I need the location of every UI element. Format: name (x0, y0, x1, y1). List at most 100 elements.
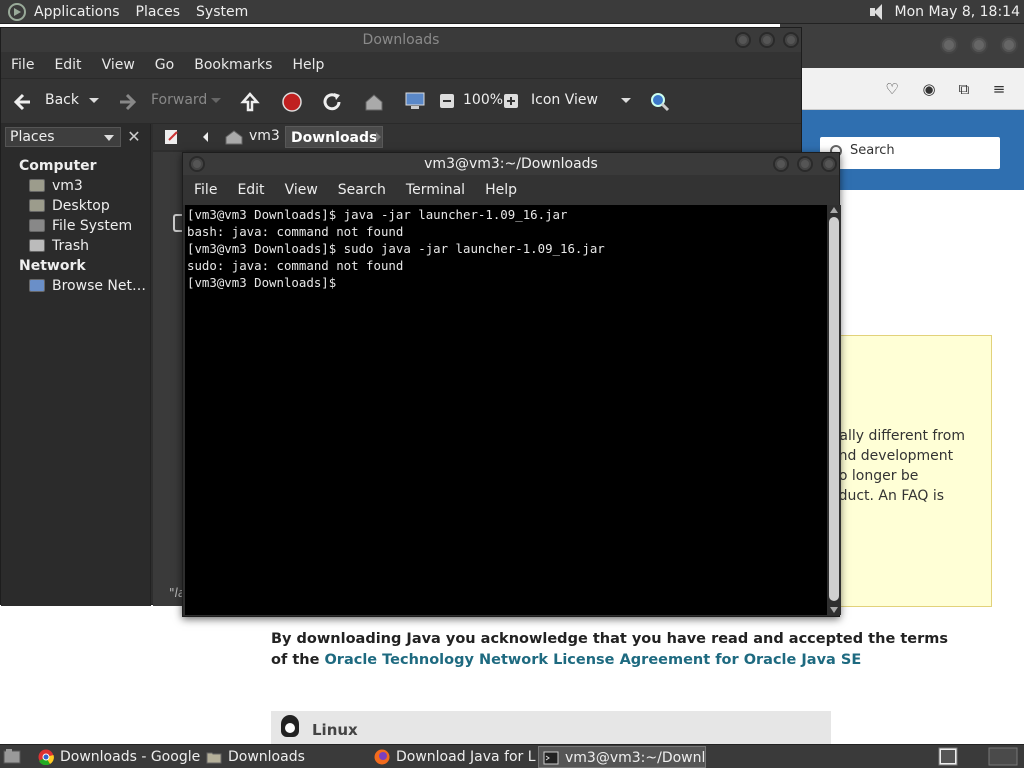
computer-icon[interactable] (404, 90, 426, 112)
fm-menu-view[interactable]: View (92, 57, 145, 73)
stop-icon[interactable] (281, 91, 303, 113)
task-label: Downloads (228, 749, 305, 765)
path-left-arrow-icon[interactable] (199, 130, 213, 144)
account-icon[interactable]: ◉ (920, 80, 938, 98)
workspace-switcher-icon[interactable] (938, 747, 958, 766)
zoom-in-icon[interactable] (503, 93, 519, 109)
browser-maximize-button[interactable] (970, 36, 988, 54)
forward-history-chevron-icon[interactable] (209, 93, 223, 107)
path-segment-vm3[interactable]: vm3 (249, 128, 280, 144)
scroll-up-arrow-icon[interactable] (830, 207, 838, 213)
search-magnifier-icon[interactable] (649, 91, 671, 113)
folder-icon (206, 752, 222, 764)
extensions-icon[interactable]: ⧉ (955, 80, 973, 98)
path-bar: vm3 Downloads (153, 124, 801, 150)
term-menu-search[interactable]: Search (328, 182, 396, 198)
path-segment-downloads[interactable]: Downloads (285, 126, 384, 148)
forward-arrow-icon[interactable] (117, 91, 139, 113)
fm-menu-bookmarks[interactable]: Bookmarks (184, 57, 282, 73)
back-history-chevron-icon[interactable] (87, 93, 101, 107)
sidebar-item-label: Desktop (52, 198, 110, 214)
sidebar-places-combo[interactable]: Places (5, 127, 121, 147)
search-placeholder: Search (850, 143, 895, 158)
zoom-out-icon[interactable] (439, 93, 455, 109)
file-manager-sidebar: Places ✕ Computer vm3 Desktop File Syste… (1, 124, 151, 606)
home-icon[interactable] (363, 91, 385, 113)
menu-applications[interactable]: Applications (26, 0, 128, 24)
show-desktop-icon[interactable] (3, 748, 21, 765)
fm-maximize-button[interactable] (759, 32, 775, 48)
term-menu-file[interactable]: File (184, 182, 227, 198)
edit-location-icon[interactable] (163, 128, 181, 146)
file-manager-title: Downloads (362, 32, 440, 48)
pocket-icon[interactable]: ♡ (883, 80, 901, 98)
sidebar-item-file-system[interactable]: File System (1, 216, 151, 236)
fm-minimize-button[interactable] (735, 32, 751, 48)
site-search-input[interactable]: Search (820, 137, 1000, 169)
term-menu-edit[interactable]: Edit (227, 182, 274, 198)
sidebar-item-browse-network[interactable]: Browse Net… (1, 276, 151, 296)
view-mode-chevron-icon[interactable] (619, 93, 633, 107)
notice-line: oduct. An FAQ is (830, 488, 945, 504)
fm-menu-go[interactable]: Go (145, 57, 184, 73)
view-mode-select[interactable]: Icon View (531, 92, 598, 108)
terminal-close-button[interactable] (821, 156, 837, 172)
term-menu-terminal[interactable]: Terminal (396, 182, 475, 198)
path-right-arrow-icon[interactable] (371, 130, 385, 144)
chrome-icon (38, 749, 54, 765)
sidebar-close-icon[interactable]: ✕ (125, 128, 143, 146)
notice-line: tially different from (830, 428, 965, 444)
network-icon (29, 279, 45, 292)
terminal-maximize-button[interactable] (797, 156, 813, 172)
task-firefox-java[interactable]: Download Java for L... (370, 746, 536, 768)
sidebar-item-desktop[interactable]: Desktop (1, 196, 151, 216)
task-terminal[interactable]: vm3@vm3:~/Downl... (538, 746, 706, 768)
forward-button[interactable]: Forward (151, 92, 207, 108)
browser-titlebar (780, 24, 1024, 68)
terminal-screen[interactable]: [vm3@vm3 Downloads]$ java -jar launcher-… (185, 205, 827, 615)
fm-menu-help[interactable]: Help (282, 57, 334, 73)
file-manager-toolbar: Back Forward 100% Icon View (1, 78, 801, 124)
notice-text: tially different from and development no… (830, 426, 1024, 506)
task-chrome-downloads[interactable]: Downloads - Google... (34, 746, 200, 768)
volume-icon[interactable] (868, 3, 886, 21)
sidebar-item-label: Trash (52, 238, 89, 254)
terminal-menubar: File Edit View Search Terminal Help (183, 175, 839, 205)
sidebar-item-label: File System (52, 218, 133, 234)
term-menu-help[interactable]: Help (475, 182, 527, 198)
reload-icon[interactable] (321, 91, 343, 113)
back-button[interactable]: Back (45, 92, 79, 108)
menu-system[interactable]: System (188, 0, 256, 24)
up-folder-icon[interactable] (239, 91, 261, 113)
terminal-minimize-button[interactable] (773, 156, 789, 172)
fm-menu-file[interactable]: File (1, 57, 44, 73)
terminal-scrollbar[interactable] (827, 205, 841, 615)
browser-close-button[interactable] (1000, 36, 1018, 54)
task-file-manager[interactable]: Downloads (202, 746, 362, 768)
linux-section-title: Linux (312, 721, 358, 739)
menu-places[interactable]: Places (128, 0, 189, 24)
license-agreement-link[interactable]: Oracle Technology Network License Agreem… (324, 652, 861, 668)
fm-close-button[interactable] (783, 32, 799, 48)
term-menu-view[interactable]: View (275, 182, 328, 198)
applications-logo-icon[interactable] (8, 2, 26, 21)
terminal-window-menu-button[interactable] (189, 156, 205, 172)
clock[interactable]: Mon May 8, 18:14 (894, 4, 1024, 20)
hamburger-menu-icon[interactable]: ≡ (990, 80, 1008, 98)
terminal-titlebar[interactable]: vm3@vm3:~/Downloads (183, 153, 839, 175)
sidebar-item-vm3[interactable]: vm3 (1, 176, 151, 196)
workspace-2-icon[interactable] (988, 747, 1018, 766)
browser-minimize-button[interactable] (940, 36, 958, 54)
page-content: By downloading Java you acknowledge that… (260, 625, 1020, 745)
back-arrow-icon[interactable] (11, 91, 33, 113)
sidebar-item-trash[interactable]: Trash (1, 236, 151, 256)
file-manager-titlebar[interactable]: Downloads (1, 28, 801, 52)
top-panel: Applications Places System Mon May 8, 18… (0, 0, 1024, 24)
scroll-down-arrow-icon[interactable] (830, 607, 838, 613)
zoom-level: 100% (463, 92, 504, 108)
scrollbar-thumb[interactable] (829, 217, 839, 601)
fm-menu-edit[interactable]: Edit (44, 57, 91, 73)
terminal-line: [vm3@vm3 Downloads]$ sudo java -jar laun… (187, 241, 605, 256)
linux-section-header[interactable]: Linux (271, 711, 831, 745)
drive-icon (29, 219, 45, 232)
